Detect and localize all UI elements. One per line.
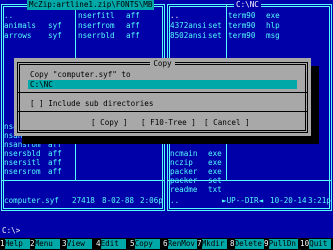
function-key-bar: 1Help 2Menu 3View 4Edit 5Copy 6RenMov 7M… [0, 238, 333, 250]
file-name: 8502ansi [170, 31, 207, 40]
file-row[interactable]: term90 hlp [228, 21, 280, 31]
status-file-size: 27418 [72, 196, 95, 205]
file-ext: hlp [266, 21, 280, 30]
file-ext: aff [126, 21, 140, 30]
file-name: .. [170, 11, 180, 20]
key-f10-quit[interactable]: 10Quit [300, 239, 332, 249]
file-row[interactable]: .. [170, 11, 208, 21]
file-row[interactable]: 8502ansiset [170, 31, 222, 41]
file-name: 4372ansi [170, 21, 207, 30]
file-row[interactable]: term90 exe [228, 11, 280, 21]
copy-dialog-title: Copy [14, 59, 311, 69]
file-row[interactable]: nsersrom aff [4, 167, 62, 177]
file-ext: aff [48, 167, 62, 176]
command-line[interactable]: C:\> [2, 226, 20, 236]
status-file-name: computer.syf [4, 196, 59, 205]
file-ext: aff [48, 158, 62, 167]
right-panel-status-line: .. ►UP--DIR◄ 10-20-143:21p [170, 196, 331, 206]
norton-commander-screen: McZip:artline1.zip\FONTS\MB .. animals sy… [0, 0, 333, 250]
file-ext: aff [126, 31, 140, 40]
key-f1-help[interactable]: 1Help [0, 239, 30, 249]
file-ext: exe [208, 167, 222, 176]
file-ext: set [208, 21, 222, 30]
file-name: term90 [228, 31, 256, 40]
status-file-date: 8-02-88 [102, 196, 135, 205]
copy-button[interactable]: [ Copy ] [91, 118, 128, 128]
status-file-size: ►UP--DIR◄ [222, 196, 264, 205]
file-name: arrows [4, 31, 32, 40]
file-name: term90 [228, 21, 256, 30]
file-row[interactable]: arrows syf [4, 31, 62, 41]
f10-tree-button[interactable]: [ F10-Tree ] [141, 118, 196, 128]
file-ext: exe [208, 149, 222, 158]
copy-dialog: Copy Copy "computer.syf" to C:\NC [ ] In… [14, 58, 311, 136]
key-f8-delete[interactable]: 8Delete [230, 239, 264, 249]
file-ext: syf [48, 31, 62, 40]
key-f3-view[interactable]: 3View [62, 239, 92, 249]
file-row[interactable]: nserrbld aff [78, 31, 140, 41]
file-ext: exe [208, 158, 222, 167]
file-name: nserrbld [78, 31, 115, 40]
file-row[interactable]: .. [4, 11, 48, 21]
file-ext: msg [266, 31, 280, 40]
left-panel-title: McZip:artline1.zip\FONTS\MB [27, 0, 155, 10]
file-row[interactable]: nserfrom aff [78, 21, 140, 31]
left-panel-status-line: computer.syf 27418 8-02-88 2:06p [4, 196, 163, 206]
file-row[interactable]: 4372ansiset [170, 21, 222, 31]
key-f4-edit[interactable]: 4Edit [96, 239, 126, 249]
file-ext: set [208, 176, 222, 185]
key-f5-copy[interactable]: 5Copy [130, 239, 160, 249]
file-name: .. [4, 11, 14, 20]
key-f6-renmov[interactable]: 6RenMov [163, 239, 197, 249]
key-f2-menu[interactable]: 2Menu [30, 239, 60, 249]
file-name: term90 [228, 11, 256, 20]
status-file-time: 3:21p [308, 196, 331, 205]
file-row[interactable]: nserfitl aff [78, 11, 140, 21]
file-row[interactable]: animals syf [4, 21, 62, 31]
file-ext: exe [266, 11, 280, 20]
file-ext: syf [48, 21, 62, 30]
key-f9-pulldn[interactable]: 9PullDn [264, 239, 298, 249]
file-name: nserfrom [78, 21, 115, 30]
copy-target-input[interactable]: C:\NC [28, 80, 297, 89]
file-name: nserfitl [78, 11, 115, 20]
dialog-divider [18, 111, 307, 112]
include-subdirs-checkbox[interactable]: [ ] Include sub directories [30, 99, 153, 109]
file-ext: aff [48, 149, 62, 158]
file-name: nsersrom [4, 167, 41, 176]
file-ext: aff [126, 11, 140, 20]
copy-prompt: Copy "computer.syf" to [30, 70, 131, 79]
file-name: readme [170, 185, 198, 194]
file-ext: set [208, 31, 222, 40]
file-row[interactable]: term90 msg [228, 31, 280, 41]
cancel-button[interactable]: [ Cancel ] [204, 118, 250, 128]
status-file-time: 2:06p [140, 196, 163, 205]
right-panel-title: C:\NC [234, 0, 261, 10]
dialog-divider [18, 92, 307, 93]
key-f7-mkdir[interactable]: 7Mkdir [197, 239, 227, 249]
status-file-date: 10-20-14 [270, 196, 307, 205]
file-ext: txt [208, 185, 222, 194]
left-panel-status-divider [2, 180, 164, 181]
file-row[interactable]: readme txt [170, 185, 222, 195]
status-file-name: .. [170, 196, 180, 205]
file-name: animals [4, 21, 37, 30]
